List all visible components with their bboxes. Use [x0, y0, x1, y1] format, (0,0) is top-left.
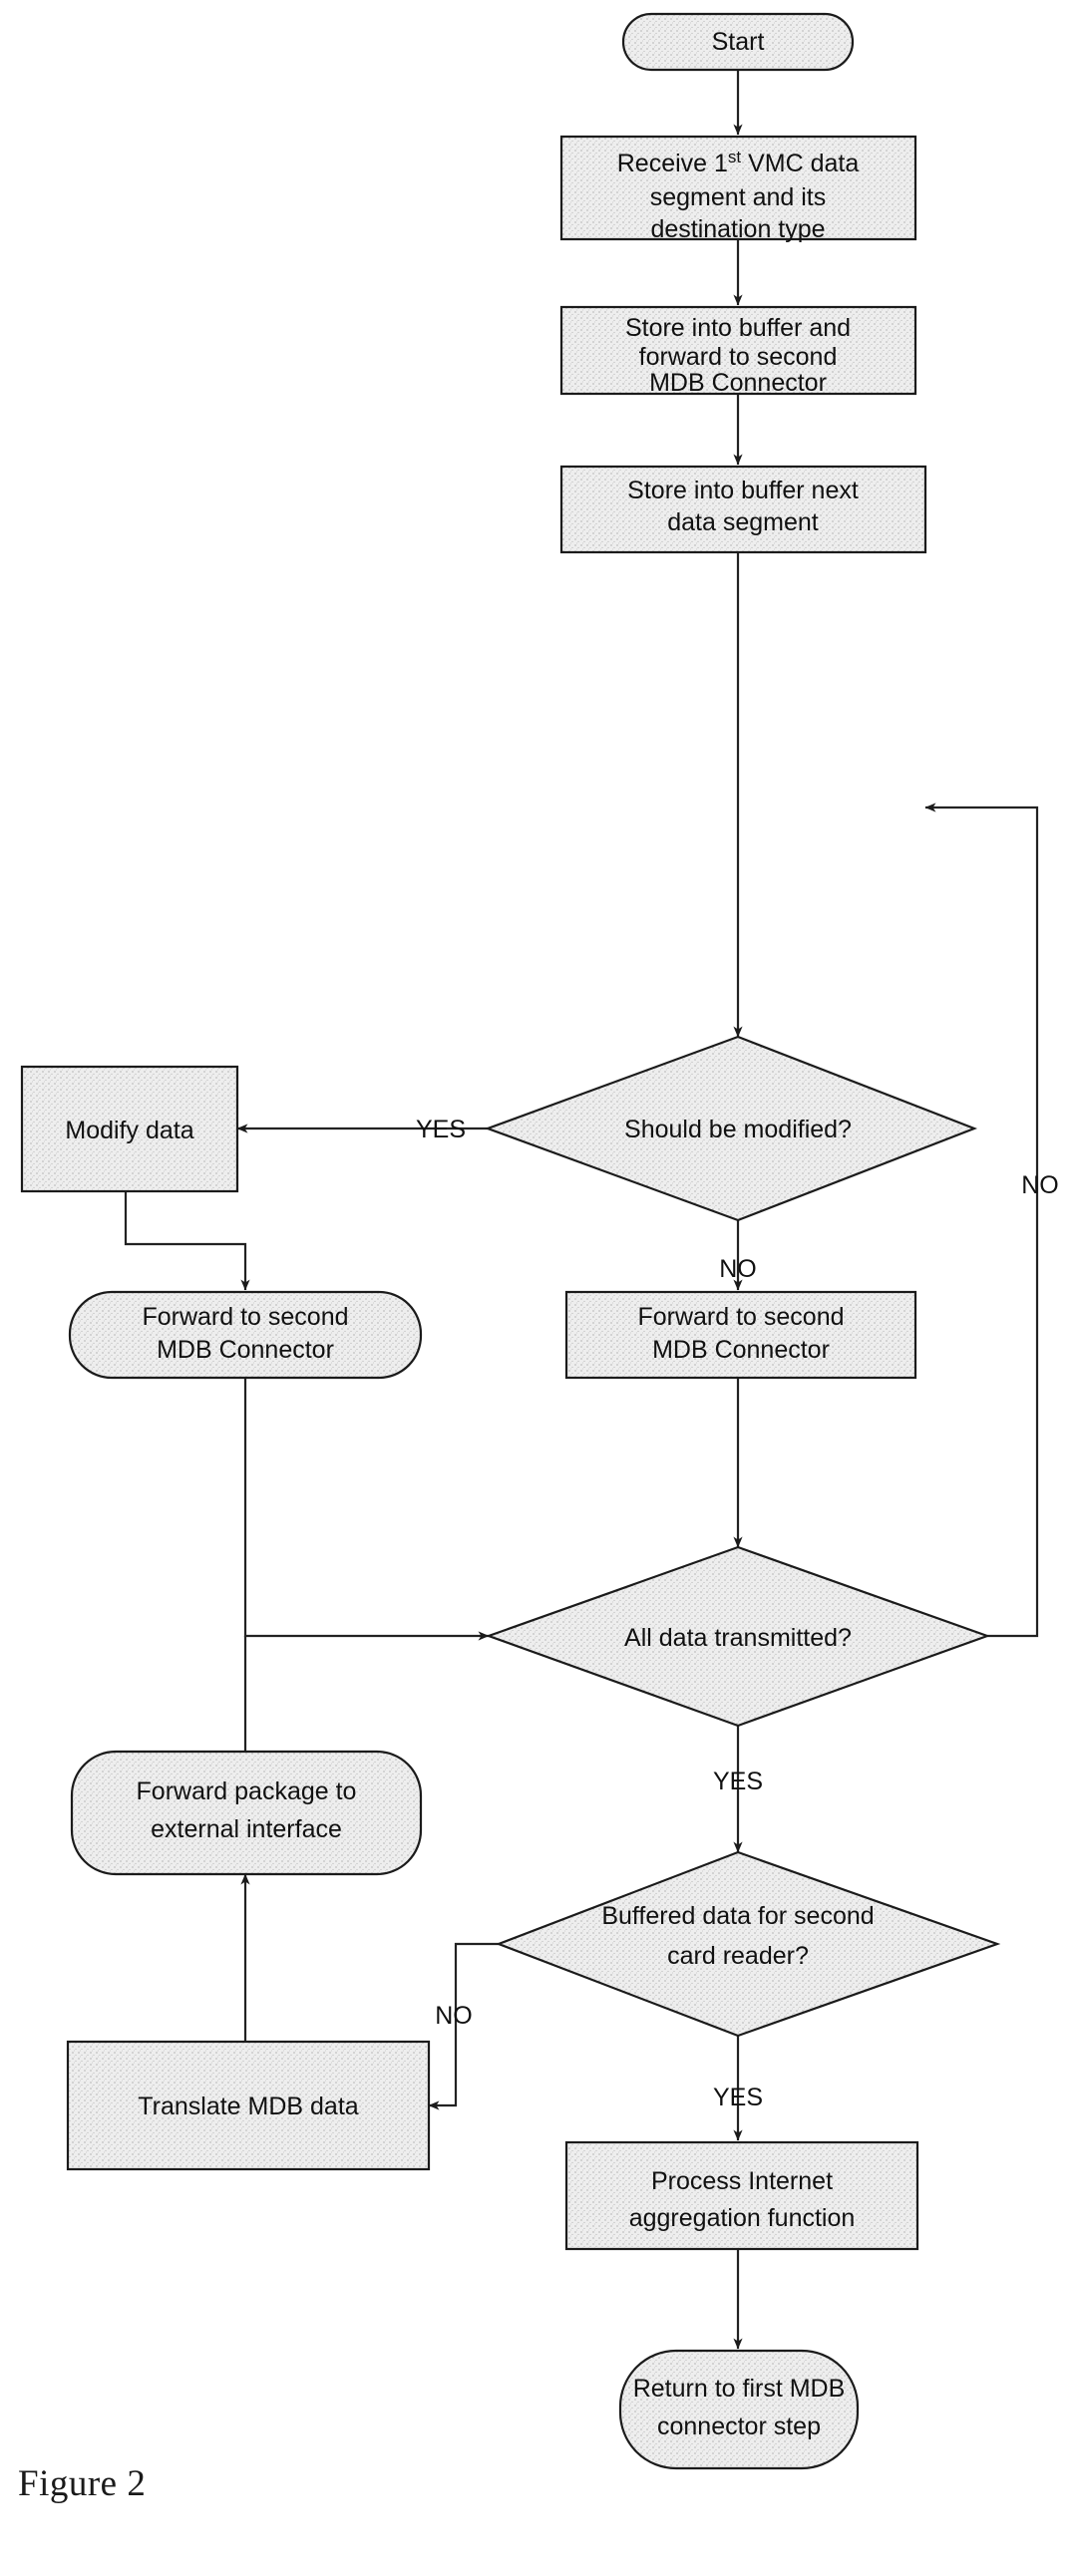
node-modify-data[interactable]: Modify data: [20, 1065, 239, 1193]
node-process-internet-line1: Process Internet: [651, 2167, 833, 2195]
node-start[interactable]: Start: [621, 12, 855, 72]
edge-label-no-retry-loop: NO: [1021, 1171, 1059, 1199]
node-receive-line1a: Receive 1: [617, 150, 728, 177]
node-process-internet-line2: aggregation function: [629, 2204, 856, 2232]
node-forward-package-line2: external interface: [151, 1815, 342, 1843]
node-modify-data-label: Modify data: [65, 1117, 193, 1144]
node-receive-superscript: st: [728, 148, 742, 166]
edge-alltrans-no-loop: [924, 803, 1039, 1638]
node-forward-package[interactable]: Forward package to external interface: [70, 1750, 423, 1876]
node-buffered-data[interactable]: Buffered data for second card reader?: [495, 1850, 1001, 2038]
node-forward-left-line1: Forward to second: [142, 1303, 348, 1331]
node-process-internet[interactable]: Process Internet aggregation function: [564, 2140, 919, 2251]
node-return-to-first-line2: connector step: [657, 2413, 821, 2440]
connectors: [124, 70, 1039, 2350]
edge-label-no-forward-main: NO: [719, 1255, 757, 1283]
figure-canvas: Start Receive 1st VMC data segment and i…: [0, 0, 1082, 2576]
node-start-label: Start: [712, 28, 765, 56]
node-forward-left-line2: MDB Connector: [157, 1336, 334, 1364]
node-forward-main-line2: MDB Connector: [652, 1336, 830, 1364]
node-receive[interactable]: Receive 1st VMC data segment and its des…: [559, 135, 917, 243]
edge-label-yes-modify: YES: [416, 1116, 466, 1143]
node-all-data-transmitted-label: All data transmitted?: [624, 1624, 852, 1652]
node-forward-left[interactable]: Forward to second MDB Connector: [68, 1290, 423, 1380]
node-should-be-modified[interactable]: Should be modified?: [484, 1035, 978, 1222]
node-forward-main-line1: Forward to second: [637, 1303, 844, 1331]
node-store-forward-line3: MDB Connector: [649, 369, 827, 397]
edge-label-yes-buffered: YES: [713, 1768, 763, 1795]
node-receive-line2: segment and its: [650, 183, 827, 211]
node-forward-main[interactable]: Forward to second MDB Connector: [564, 1290, 917, 1380]
node-store-next[interactable]: Store into buffer next data segment: [559, 465, 927, 554]
node-return-to-first[interactable]: Return to first MDB connector step: [618, 2349, 860, 2470]
node-should-be-modified-label: Should be modified?: [624, 1116, 852, 1143]
edge-label-yes-process: YES: [713, 2084, 763, 2111]
node-store-forward-line2: forward to second: [639, 343, 838, 371]
figure-caption: Figure 2: [18, 2463, 147, 2504]
node-store-next-line2: data segment: [667, 508, 819, 536]
node-all-data-transmitted[interactable]: All data transmitted?: [485, 1545, 991, 1728]
node-store-forward[interactable]: Store into buffer and forward to second …: [559, 305, 917, 397]
node-store-forward-line1: Store into buffer and: [625, 314, 851, 342]
node-forward-package-line1: Forward package to: [137, 1777, 357, 1805]
edge-modify-to-fwdleft: [124, 1191, 250, 1291]
node-buffered-data-line2: card reader?: [667, 1942, 809, 1970]
node-receive-line1b: VMC data: [741, 150, 859, 177]
node-receive-line3: destination type: [650, 215, 825, 243]
edge-fwdleft-to-alltrans: [243, 1378, 490, 1641]
edge-label-no-translate: NO: [435, 2002, 473, 2030]
node-translate-mdb-label: Translate MDB data: [138, 2093, 358, 2120]
node-translate-mdb[interactable]: Translate MDB data: [66, 2040, 431, 2171]
node-buffered-data-line1: Buffered data for second: [601, 1902, 874, 1930]
flowchart-svg: Start Receive 1st VMC data segment and i…: [20, 12, 1059, 2470]
node-store-next-line1: Store into buffer next: [627, 477, 859, 504]
node-return-to-first-line1: Return to first MDB: [633, 2375, 846, 2403]
